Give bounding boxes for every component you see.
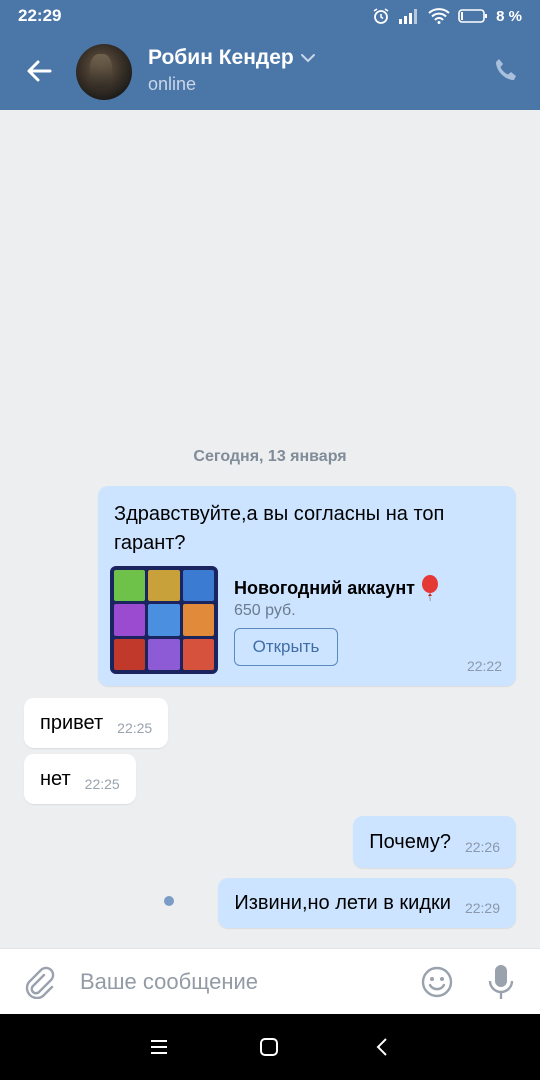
- contact-name-row[interactable]: Робин Кендер: [148, 46, 316, 70]
- message-text: привет: [40, 711, 104, 734]
- chevron-down-icon: [300, 54, 315, 63]
- microphone-icon[interactable]: [486, 963, 516, 1001]
- product-title: Новогодний аккаунт: [234, 577, 416, 598]
- message-input[interactable]: Ваше сообщение: [80, 969, 258, 995]
- avatar[interactable]: [76, 44, 132, 100]
- outgoing-message[interactable]: Здравствуйте,а вы согласны на топ гарант…: [98, 486, 516, 686]
- date-divider: Сегодня, 13 января: [193, 448, 347, 465]
- back-icon[interactable]: [372, 1036, 394, 1058]
- alarm-icon: [373, 8, 389, 24]
- battery-level: 8 %: [496, 7, 522, 25]
- menu-icon[interactable]: [148, 1036, 170, 1058]
- paperclip-icon[interactable]: [22, 965, 56, 999]
- wifi-icon: [428, 8, 450, 24]
- message-text: Почему?: [369, 830, 451, 853]
- message-text: Извини,но лети в кидки: [234, 891, 451, 914]
- status-time: 22:29: [18, 6, 62, 25]
- phone-icon[interactable]: [492, 56, 520, 84]
- message-time: 22:25: [117, 720, 153, 736]
- message-time: 22:25: [84, 776, 120, 792]
- back-arrow-icon[interactable]: [22, 54, 56, 88]
- system-navigation-bar: [0, 1014, 540, 1080]
- status-bar: 22:29 8 %: [0, 0, 540, 32]
- balloon-icon: [422, 575, 439, 602]
- battery-icon: [458, 9, 488, 23]
- outgoing-message[interactable]: Почему? 22:26: [353, 816, 516, 868]
- message-list[interactable]: Сегодня, 13 января Здравствуйте,а вы сог…: [0, 110, 540, 948]
- message-time: 22:26: [464, 839, 500, 855]
- message-composer: Ваше сообщение: [0, 948, 540, 1015]
- message-text: нет: [40, 767, 71, 790]
- unread-indicator: [164, 896, 174, 906]
- message-text: Здравствуйте,а вы согласны на топ гарант…: [114, 503, 445, 554]
- home-icon[interactable]: [258, 1036, 280, 1058]
- product-price: 650 руб.: [234, 602, 296, 619]
- product-image[interactable]: [110, 566, 218, 674]
- open-product-button[interactable]: Открыть: [234, 628, 338, 666]
- incoming-message[interactable]: привет 22:25: [24, 698, 169, 748]
- contact-name: Робин Кендер: [148, 46, 294, 69]
- presence-status: online: [148, 74, 197, 94]
- product-title-row[interactable]: Новогодний аккаунт: [234, 574, 441, 602]
- status-icons: 8 %: [372, 7, 522, 25]
- outgoing-message[interactable]: Извини,но лети в кидки 22:29: [218, 878, 516, 928]
- incoming-message[interactable]: нет 22:25: [24, 754, 136, 804]
- message-time: 22:22: [466, 658, 502, 674]
- signal-icon: [399, 9, 418, 24]
- smile-icon[interactable]: [420, 965, 454, 999]
- chat-header: Робин Кендер online: [0, 32, 540, 110]
- message-time: 22:29: [464, 900, 500, 916]
